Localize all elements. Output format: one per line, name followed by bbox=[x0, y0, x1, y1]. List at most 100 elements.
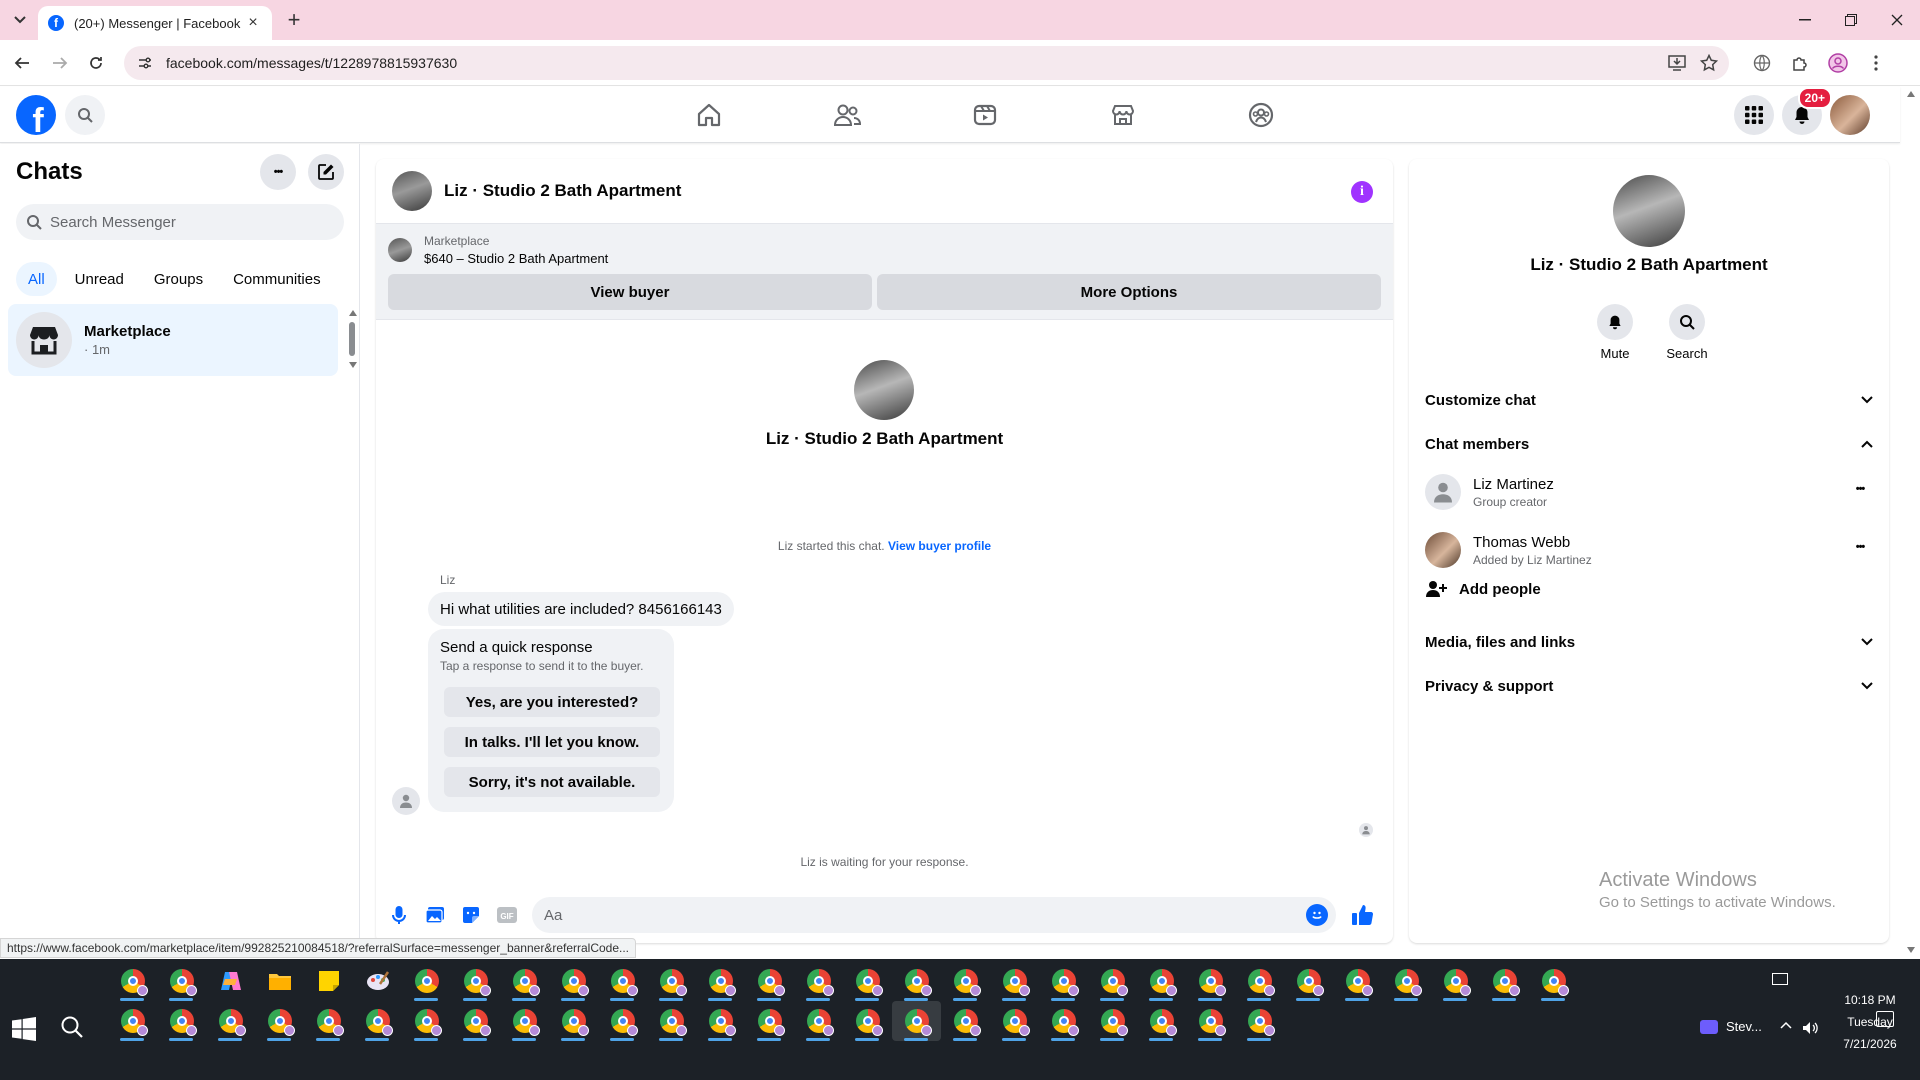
chats-scroll-down[interactable] bbox=[349, 362, 357, 368]
chat-member-row[interactable]: Liz Martinez Group creator ••• bbox=[1425, 465, 1873, 519]
chrome-app-icon[interactable] bbox=[1186, 1001, 1235, 1041]
gif-icon[interactable]: GIF bbox=[496, 904, 518, 926]
facebook-logo-icon[interactable]: f bbox=[16, 95, 56, 135]
translate-extension-icon[interactable] bbox=[1752, 53, 1772, 73]
chrome-app-icon[interactable] bbox=[745, 1001, 794, 1041]
quick-reply-button[interactable]: Sorry, it's not available. bbox=[444, 767, 660, 797]
chrome-app-icon[interactable] bbox=[941, 961, 990, 1001]
site-settings-icon[interactable] bbox=[136, 54, 154, 72]
copilot-app-icon[interactable] bbox=[206, 961, 255, 1001]
mute-button[interactable]: Mute bbox=[1585, 304, 1645, 361]
thumbs-up-icon[interactable] bbox=[1350, 902, 1376, 928]
filter-all[interactable]: All bbox=[16, 262, 57, 296]
facebook-search-button[interactable] bbox=[65, 95, 105, 135]
tab-search-dropdown[interactable] bbox=[10, 10, 30, 30]
chrome-app-icon[interactable] bbox=[1039, 1001, 1088, 1041]
chats-scrollbar-thumb[interactable] bbox=[349, 322, 355, 356]
profile-icon[interactable] bbox=[1828, 53, 1848, 73]
filter-unread[interactable]: Unread bbox=[63, 262, 136, 296]
search-in-chat-button[interactable]: Search bbox=[1657, 304, 1717, 361]
tray-app-button[interactable]: Stev... bbox=[1700, 1019, 1762, 1034]
chevron-up-icon[interactable] bbox=[1780, 1021, 1792, 1035]
chrome-app-icon[interactable] bbox=[1088, 961, 1137, 1001]
install-app-icon[interactable] bbox=[1667, 53, 1687, 73]
nav-watch[interactable] bbox=[916, 87, 1054, 143]
conversation-info-button[interactable]: i bbox=[1351, 181, 1373, 203]
chrome-app-icon[interactable] bbox=[1186, 961, 1235, 1001]
notifications-button[interactable]: 20+ bbox=[1782, 87, 1832, 135]
chrome-app-icon[interactable] bbox=[696, 1001, 745, 1041]
sticky-notes-icon[interactable] bbox=[304, 961, 353, 1001]
chrome-app-icon[interactable] bbox=[647, 1001, 696, 1041]
taskbar-search-icon[interactable] bbox=[60, 1015, 86, 1041]
nav-marketplace[interactable] bbox=[1054, 87, 1192, 143]
chrome-app-icon[interactable] bbox=[451, 1001, 500, 1041]
chrome-app-icon[interactable] bbox=[206, 1001, 255, 1041]
chrome-app-icon[interactable] bbox=[647, 961, 696, 1001]
forward-button[interactable] bbox=[48, 51, 72, 75]
sticker-icon[interactable] bbox=[460, 904, 482, 926]
chrome-app-icon[interactable] bbox=[549, 961, 598, 1001]
chrome-app-icon[interactable] bbox=[304, 1001, 353, 1041]
scroll-down-arrow[interactable] bbox=[1907, 947, 1915, 953]
privacy-support-section[interactable]: Privacy & support bbox=[1425, 666, 1873, 706]
message-input[interactable] bbox=[544, 906, 1284, 924]
listing-title[interactable]: $640 – Studio 2 Bath Apartment bbox=[424, 251, 608, 266]
chrome-app-icon[interactable] bbox=[1235, 961, 1284, 1001]
chrome-app-icon[interactable] bbox=[892, 961, 941, 1001]
view-buyer-profile-link[interactable]: View buyer profile bbox=[888, 539, 991, 553]
chrome-app-icon[interactable] bbox=[1333, 961, 1382, 1001]
chrome-app-icon[interactable] bbox=[549, 1001, 598, 1041]
restore-button[interactable] bbox=[1828, 0, 1874, 40]
display-icon[interactable] bbox=[1772, 973, 1788, 985]
chat-members-section[interactable]: Chat members bbox=[1425, 424, 1873, 464]
nav-home[interactable] bbox=[640, 87, 778, 143]
chrome-app-icon[interactable] bbox=[843, 1001, 892, 1041]
messenger-search[interactable] bbox=[16, 204, 344, 240]
chrome-app-icon[interactable] bbox=[402, 961, 451, 1001]
windows-start-icon[interactable] bbox=[12, 1017, 36, 1041]
chrome-app-icon[interactable] bbox=[1137, 961, 1186, 1001]
emoji-icon[interactable] bbox=[1306, 904, 1328, 926]
add-people-button[interactable]: Add people bbox=[1425, 580, 1541, 598]
customize-chat-section[interactable]: Customize chat bbox=[1425, 380, 1873, 420]
chrome-app-icon[interactable] bbox=[745, 961, 794, 1001]
bookmark-star-icon[interactable] bbox=[1699, 53, 1719, 73]
chrome-app-icon[interactable] bbox=[255, 1001, 304, 1041]
browser-tab-messenger[interactable]: f (20+) Messenger | Facebook × bbox=[38, 6, 272, 40]
close-window-button[interactable] bbox=[1874, 0, 1920, 40]
menu-button[interactable] bbox=[1734, 95, 1774, 135]
tab-close-button[interactable]: × bbox=[244, 14, 262, 32]
notification-center-icon[interactable] bbox=[1876, 1011, 1894, 1027]
filter-communities[interactable]: Communities bbox=[221, 262, 333, 296]
chats-options-button[interactable]: ••• bbox=[260, 154, 296, 190]
attach-photo-icon[interactable] bbox=[424, 904, 446, 926]
chrome-app-icon[interactable] bbox=[500, 1001, 549, 1041]
conversation-title[interactable]: Liz · Studio 2 Bath Apartment bbox=[444, 181, 681, 201]
member-options-button[interactable]: ••• bbox=[1847, 479, 1873, 505]
chrome-app-icon[interactable] bbox=[1284, 961, 1333, 1001]
chrome-app-icon[interactable] bbox=[941, 1001, 990, 1041]
chrome-app-icon[interactable] bbox=[108, 961, 157, 1001]
messenger-search-input[interactable] bbox=[50, 213, 330, 231]
extensions-puzzle-icon[interactable] bbox=[1790, 53, 1810, 73]
new-tab-button[interactable]: + bbox=[282, 8, 306, 32]
chrome-app-icon[interactable] bbox=[1235, 1001, 1284, 1041]
view-buyer-button[interactable]: View buyer bbox=[388, 274, 872, 310]
chats-scroll-up[interactable] bbox=[349, 310, 357, 316]
chrome-app-icon[interactable] bbox=[696, 961, 745, 1001]
more-options-button[interactable]: More Options bbox=[877, 274, 1381, 310]
quick-reply-button[interactable]: Yes, are you interested? bbox=[444, 687, 660, 717]
message-bubble[interactable]: Hi what utilities are included? 84561661… bbox=[428, 592, 734, 626]
chrome-app-icon[interactable] bbox=[1039, 961, 1088, 1001]
listing-thumbnail[interactable] bbox=[388, 238, 412, 262]
quick-reply-button[interactable]: In talks. I'll let you know. bbox=[444, 727, 660, 757]
chat-list-item-marketplace[interactable]: Marketplace · 1m bbox=[8, 304, 338, 376]
volume-icon[interactable] bbox=[1802, 1021, 1818, 1035]
clock[interactable]: 10:18 PM Tuesday 7/21/2026 bbox=[1830, 989, 1910, 1055]
scroll-up-arrow[interactable] bbox=[1907, 91, 1915, 97]
chrome-app-icon[interactable] bbox=[598, 961, 647, 1001]
chrome-app-icon[interactable] bbox=[353, 1001, 402, 1041]
chrome-app-icon[interactable] bbox=[108, 1001, 157, 1041]
chrome-app-icon[interactable] bbox=[402, 1001, 451, 1041]
